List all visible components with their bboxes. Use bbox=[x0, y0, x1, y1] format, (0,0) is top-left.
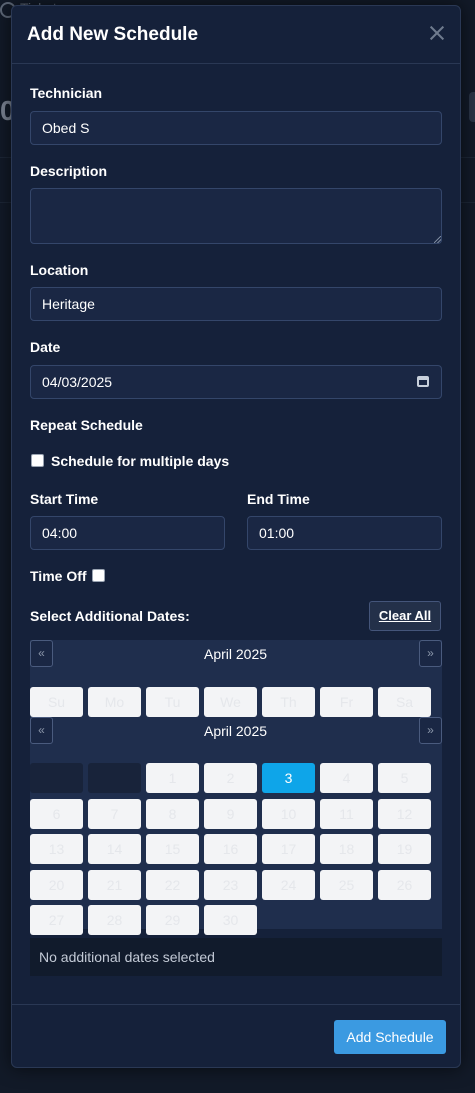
calendar-day[interactable]: 27 bbox=[30, 905, 83, 935]
resize-handle-icon[interactable] bbox=[434, 236, 441, 243]
calendar-day[interactable]: 13 bbox=[30, 834, 83, 864]
calendar-day[interactable]: 17 bbox=[262, 834, 315, 864]
weekday-header: Fr bbox=[320, 687, 373, 717]
calendar-day[interactable]: 9 bbox=[204, 798, 257, 829]
weekday-header: Su bbox=[30, 687, 83, 717]
location-field[interactable]: Heritage bbox=[30, 287, 442, 321]
background-button-edge bbox=[469, 92, 475, 122]
calendar-day[interactable]: 11 bbox=[320, 798, 373, 829]
description-label: Description bbox=[30, 163, 108, 179]
date-value: 04/03/2025 bbox=[42, 374, 113, 390]
clear-all-button[interactable]: Clear All bbox=[369, 601, 441, 631]
calendar-day[interactable]: 24 bbox=[262, 869, 315, 900]
end-time-label: End Time bbox=[247, 491, 310, 507]
calendar-day[interactable]: 20 bbox=[30, 869, 83, 900]
calendar-day[interactable]: 7 bbox=[88, 798, 141, 829]
calendar-day[interactable]: 14 bbox=[88, 834, 141, 864]
time-off-checkbox[interactable] bbox=[92, 569, 105, 582]
modal-header: Add New Schedule bbox=[12, 6, 460, 64]
weekday-header: We bbox=[204, 687, 257, 717]
weekday-header: Tu bbox=[146, 687, 199, 717]
date-field[interactable]: 04/03/2025 bbox=[30, 365, 442, 399]
selected-dates-status: No additional dates selected bbox=[30, 938, 442, 976]
calendar-day[interactable]: 5 bbox=[378, 763, 431, 793]
calendar-day[interactable]: 18 bbox=[320, 834, 373, 864]
weekday-header: Th bbox=[262, 687, 315, 717]
modal-footer bbox=[12, 1004, 460, 1005]
next-month-button[interactable]: » bbox=[419, 640, 442, 667]
calendar-day[interactable]: 29 bbox=[146, 905, 199, 935]
calendar-day[interactable]: 28 bbox=[88, 905, 141, 935]
calendar-blank-cell bbox=[30, 763, 83, 793]
calendar-month-label: April 2025 bbox=[204, 723, 268, 739]
calendar-day[interactable]: 8 bbox=[146, 798, 199, 829]
calendar-day[interactable]: 15 bbox=[146, 834, 199, 864]
prev-month-button[interactable]: « bbox=[30, 717, 53, 744]
calendar-day[interactable]: 19 bbox=[378, 834, 431, 864]
calendar-day[interactable]: 10 bbox=[262, 798, 315, 829]
start-time-label: Start Time bbox=[30, 491, 99, 507]
time-off-label: Time Off bbox=[30, 568, 87, 584]
prev-month-button[interactable]: « bbox=[30, 640, 53, 667]
calendar-day[interactable]: 26 bbox=[378, 869, 431, 900]
calendar-day[interactable]: 23 bbox=[204, 869, 257, 900]
close-icon[interactable] bbox=[426, 22, 448, 44]
calendar-day-selected[interactable]: 3 bbox=[262, 763, 315, 793]
technician-field[interactable]: Obed S bbox=[30, 111, 442, 145]
calendar-day[interactable]: 22 bbox=[146, 869, 199, 900]
calendar-day[interactable]: 25 bbox=[320, 869, 373, 900]
modal-title: Add New Schedule bbox=[27, 24, 199, 45]
calendar-day[interactable]: 1 bbox=[146, 763, 199, 793]
weekday-header: Mo bbox=[88, 687, 141, 717]
calendar-day[interactable]: 4 bbox=[320, 763, 373, 793]
multiple-days-label[interactable]: Schedule for multiple days bbox=[51, 453, 229, 469]
start-time-field[interactable]: 04:00 bbox=[30, 516, 225, 550]
calendar-day[interactable]: 16 bbox=[204, 834, 257, 864]
technician-label: Technician bbox=[30, 85, 103, 101]
multiple-days-checkbox[interactable] bbox=[31, 454, 44, 467]
calendar-icon[interactable] bbox=[417, 376, 429, 387]
calendar-day[interactable]: 21 bbox=[88, 869, 141, 900]
calendar-day[interactable]: 12 bbox=[378, 798, 431, 829]
calendar-day[interactable]: 6 bbox=[30, 798, 83, 829]
calendar-month-label: April 2025 bbox=[204, 646, 268, 662]
end-time-field[interactable]: 01:00 bbox=[247, 516, 442, 550]
repeat-schedule-heading: Repeat Schedule bbox=[30, 417, 143, 433]
date-label: Date bbox=[30, 339, 61, 355]
calendar-blank-cell bbox=[88, 763, 141, 793]
location-label: Location bbox=[30, 262, 89, 278]
next-month-button[interactable]: » bbox=[419, 717, 442, 744]
weekday-header: Sa bbox=[378, 687, 431, 717]
additional-dates-calendar: « April 2025 » Su Mo Tu We Th Fr Sa « April 20… bbox=[30, 640, 442, 935]
calendar-day[interactable]: 2 bbox=[204, 763, 257, 793]
calendar-day[interactable]: 30 bbox=[204, 905, 257, 935]
add-schedule-modal: Add New Schedule Technician Obed S Descr… bbox=[11, 5, 461, 1068]
additional-dates-label: Select Additional Dates: bbox=[30, 608, 190, 624]
description-textarea[interactable] bbox=[30, 188, 442, 244]
add-schedule-button[interactable]: Add Schedule bbox=[334, 1020, 446, 1054]
